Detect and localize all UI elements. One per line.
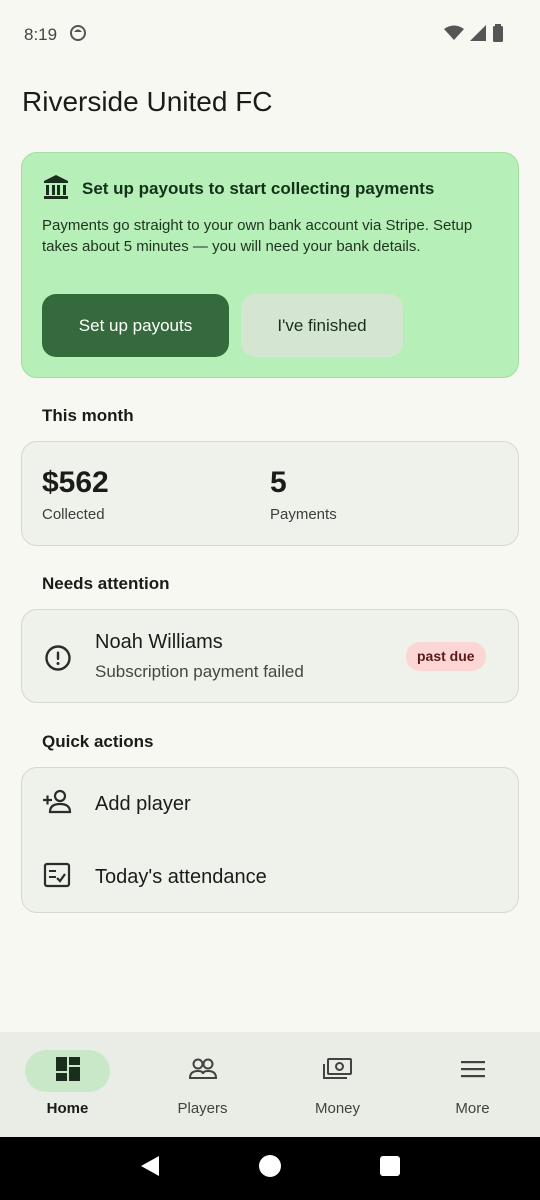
- todays-attendance-action[interactable]: Today's attendance: [22, 841, 520, 914]
- battery-icon: [492, 23, 504, 47]
- nav-item-players[interactable]: Players: [135, 1032, 270, 1137]
- attention-player-name: Noah Williams: [95, 631, 223, 653]
- bank-icon: [42, 173, 70, 206]
- payout-banner-header: Set up payouts to start collecting payme…: [42, 173, 498, 205]
- attention-detail: Subscription payment failed: [95, 662, 304, 681]
- page-title: Riverside United FC: [22, 86, 273, 117]
- attention-item[interactable]: Noah Williams Subscription payment faile…: [21, 609, 519, 703]
- checklist-icon: [42, 861, 72, 894]
- payout-setup-banner: Set up payouts to start collecting payme…: [21, 152, 519, 378]
- collected-label: Collected: [42, 506, 105, 523]
- alert-circle-icon: [44, 644, 72, 677]
- group-icon: [188, 1057, 218, 1086]
- bottom-navigation: Home Players Money More: [0, 1032, 540, 1137]
- quick-actions-heading: Quick actions: [42, 732, 154, 751]
- status-bar: 8:19: [0, 0, 540, 70]
- collected-value: $562: [42, 466, 109, 499]
- home-circle-icon[interactable]: [258, 1154, 282, 1183]
- nav-icon-wrap: [430, 1050, 515, 1092]
- back-icon[interactable]: [139, 1155, 161, 1182]
- nav-icon-wrap: [160, 1050, 245, 1092]
- todays-attendance-label: Today's attendance: [95, 866, 267, 888]
- nav-item-more[interactable]: More: [405, 1032, 540, 1137]
- this-month-stats-card: $562 Collected 5 Payments: [21, 441, 519, 546]
- collected-stat: $562 Collected: [42, 466, 109, 523]
- quick-actions-card: Add player Today's attendance: [21, 767, 519, 913]
- payout-banner-actions: Set up payouts I've finished: [42, 294, 403, 357]
- payout-banner-title: Set up payouts to start collecting payme…: [82, 179, 435, 198]
- payout-banner-description: Payments go straight to your own bank ac…: [42, 217, 473, 255]
- add-player-action[interactable]: Add player: [22, 768, 520, 841]
- nav-label-more: More: [455, 1100, 490, 1117]
- past-due-badge: past due: [406, 642, 486, 671]
- wifi-icon: [444, 25, 464, 46]
- system-navigation-bar: [0, 1137, 540, 1200]
- dashboard-icon: [55, 1056, 81, 1087]
- nav-label-players: Players: [177, 1100, 228, 1117]
- status-left: 8:19: [24, 24, 87, 47]
- nav-item-money[interactable]: Money: [270, 1032, 405, 1137]
- payments-stat: 5 Payments: [270, 466, 337, 523]
- status-time: 8:19: [24, 25, 58, 44]
- this-month-heading: This month: [42, 406, 134, 425]
- notification-app-icon: [69, 24, 87, 47]
- person-add-icon: [42, 788, 74, 821]
- recents-icon[interactable]: [379, 1155, 401, 1182]
- nav-label-home: Home: [46, 1100, 89, 1117]
- status-right: [444, 23, 504, 47]
- add-player-label: Add player: [95, 793, 191, 815]
- set-up-payouts-button[interactable]: Set up payouts: [42, 294, 229, 357]
- payments-icon: [322, 1057, 353, 1086]
- payments-value: 5: [270, 466, 287, 499]
- ive-finished-button[interactable]: I've finished: [241, 294, 403, 357]
- payments-label: Payments: [270, 506, 337, 523]
- menu-icon: [460, 1059, 486, 1084]
- nav-item-home[interactable]: Home: [0, 1032, 135, 1137]
- nav-icon-wrap: [295, 1050, 380, 1092]
- nav-label-money: Money: [314, 1100, 361, 1117]
- signal-icon: [470, 24, 486, 46]
- nav-active-indicator: [25, 1050, 110, 1092]
- needs-attention-heading: Needs attention: [42, 574, 170, 593]
